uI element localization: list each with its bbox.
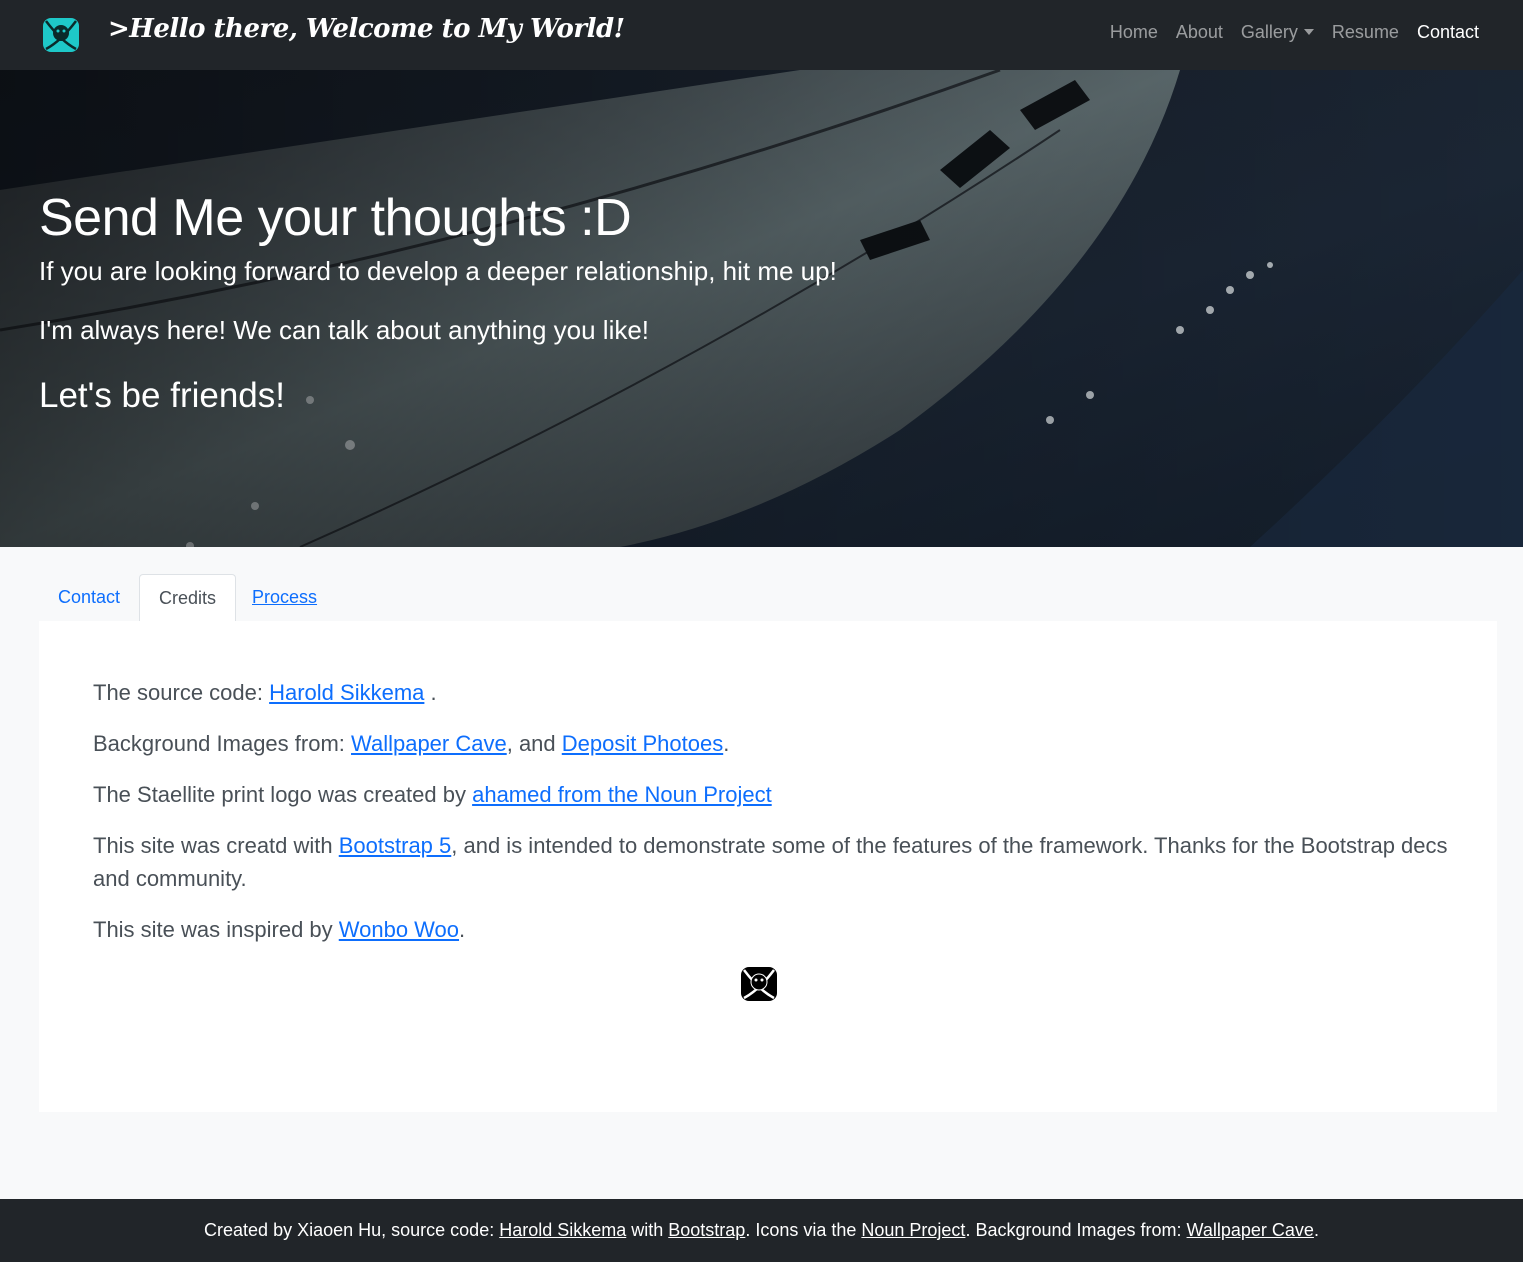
- credit-source: The source code: Harold Sikkema .: [93, 680, 437, 705]
- nav-gallery-label: Gallery: [1240, 22, 1298, 42]
- hero-lead-2: I'm always here! We can talk about anyth…: [39, 315, 650, 345]
- wallpaper-cave-link[interactable]: Wallpaper Cave: [351, 731, 507, 756]
- navbar: >Hello there, Welcome to My World! Home …: [0, 0, 1523, 70]
- dropdown-caret-icon: [1303, 29, 1314, 35]
- footer-noun-project-link[interactable]: Noun Project: [861, 1220, 965, 1240]
- hero-lead-1: If you are looking forward to develop a …: [39, 256, 837, 286]
- tab-process[interactable]: Process: [233, 574, 336, 620]
- nav-contact[interactable]: Contact: [1408, 22, 1488, 43]
- footer-harold-link[interactable]: Harold Sikkema: [499, 1220, 626, 1240]
- footer-wallpaper-cave-link[interactable]: Wallpaper Cave: [1187, 1220, 1314, 1240]
- credit-inspired: This site was inspired by Wonbo Woo.: [93, 917, 466, 942]
- credits-panel: The source code: Harold Sikkema . Backgr…: [39, 621, 1497, 1112]
- bootstrap-5-link[interactable]: Bootstrap 5: [339, 833, 452, 858]
- noun-project-link[interactable]: ahamed from the Noun Project: [472, 782, 772, 807]
- tab-credits[interactable]: Credits: [139, 574, 237, 622]
- wonbo-woo-link[interactable]: Wonbo Woo: [339, 917, 459, 942]
- nav-home[interactable]: Home: [1101, 22, 1167, 43]
- footer: Created by Xiaoen Hu, source code: Harol…: [0, 1199, 1523, 1262]
- hero-subtitle: Let's be friends!: [39, 376, 285, 415]
- nav-about[interactable]: About: [1167, 22, 1232, 43]
- satellite-logo-icon[interactable]: [40, 15, 82, 55]
- credit-bootstrap: This site was creatd with Bootstrap 5, a…: [93, 833, 1448, 891]
- tab-bar: Contact Credits Process: [39, 574, 1497, 622]
- nav-gallery-dropdown[interactable]: Gallery: [1232, 22, 1323, 43]
- deposit-photoes-link[interactable]: Deposit Photoes: [562, 731, 723, 756]
- nav-resume[interactable]: Resume: [1323, 22, 1408, 43]
- footer-bootstrap-link[interactable]: Bootstrap: [668, 1220, 745, 1240]
- hero-banner: Send Me your thoughts :D If you are look…: [0, 70, 1523, 547]
- tab-contact[interactable]: Contact: [39, 574, 139, 620]
- satellite-logo-icon: [741, 967, 777, 1001]
- hero-title: Send Me your thoughts :D: [39, 189, 632, 247]
- credit-logo: The Staellite print logo was created by …: [93, 782, 772, 807]
- harold-sikkema-link[interactable]: Harold Sikkema: [269, 680, 424, 705]
- nav-links: Home About Gallery Resume Contact: [1101, 22, 1488, 43]
- brand-title[interactable]: >Hello there, Welcome to My World!: [108, 14, 625, 44]
- starship-background-image: [0, 70, 1523, 547]
- credit-backgrounds: Background Images from: Wallpaper Cave, …: [93, 731, 730, 756]
